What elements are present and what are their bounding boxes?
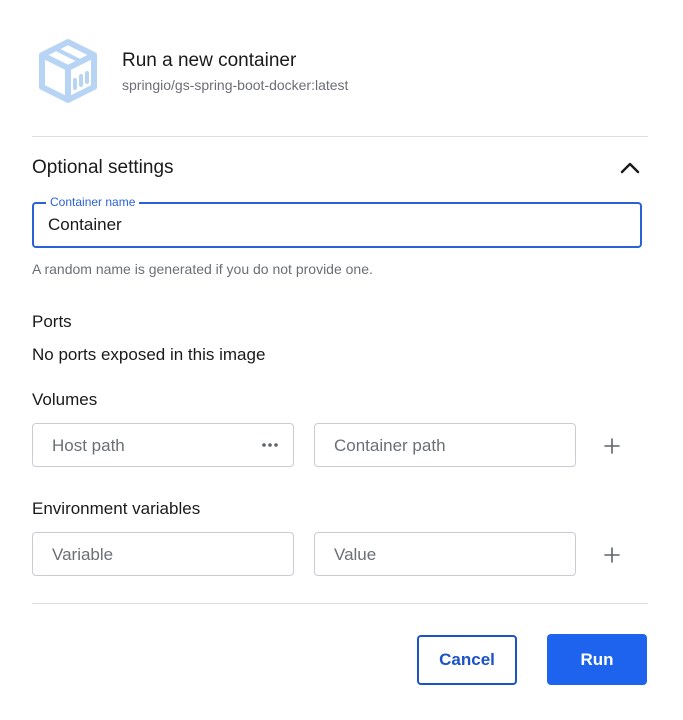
plus-icon	[604, 547, 620, 563]
ports-message: No ports exposed in this image	[32, 345, 266, 364]
value-field[interactable]	[314, 532, 576, 577]
volumes-label: Volumes	[32, 390, 98, 409]
value-input[interactable]	[334, 533, 564, 577]
browse-host-path-button[interactable]	[259, 434, 281, 456]
add-volume-button[interactable]	[599, 433, 625, 459]
container-name-field[interactable]: Container name	[32, 195, 642, 248]
optional-settings-title: Optional settings	[32, 157, 174, 178]
header-text: Run a new container springio/gs-spring-b…	[122, 50, 522, 94]
dialog-title: Run a new container	[122, 50, 297, 71]
host-path-field[interactable]	[32, 423, 294, 468]
add-env-button[interactable]	[599, 542, 625, 568]
container-path-field[interactable]	[314, 423, 576, 468]
container-path-input[interactable]	[334, 424, 564, 468]
image-name: springio/gs-spring-boot-docker:latest	[122, 77, 349, 93]
variable-input[interactable]	[52, 533, 282, 577]
plus-icon	[604, 438, 620, 454]
run-container-dialog: Run a new container springio/gs-spring-b…	[0, 0, 683, 720]
top-divider	[32, 136, 648, 137]
ports-label: Ports	[32, 312, 72, 331]
bottom-divider	[32, 603, 648, 604]
cancel-button[interactable]: Cancel	[417, 635, 517, 685]
container-name-helper: A random name is generated if you do not…	[32, 261, 373, 277]
collapse-button[interactable]	[616, 154, 644, 182]
more-horizontal-icon	[262, 443, 278, 447]
run-button[interactable]: Run	[547, 634, 647, 685]
optional-settings-header[interactable]: Optional settings	[32, 154, 648, 182]
container-box-icon	[39, 39, 97, 103]
variable-field[interactable]	[32, 532, 294, 577]
env-label: Environment variables	[32, 499, 201, 518]
dialog-header: Run a new container springio/gs-spring-b…	[36, 38, 348, 104]
host-path-input[interactable]	[52, 424, 252, 468]
container-name-input[interactable]	[48, 204, 628, 246]
chevron-up-icon	[620, 162, 640, 174]
